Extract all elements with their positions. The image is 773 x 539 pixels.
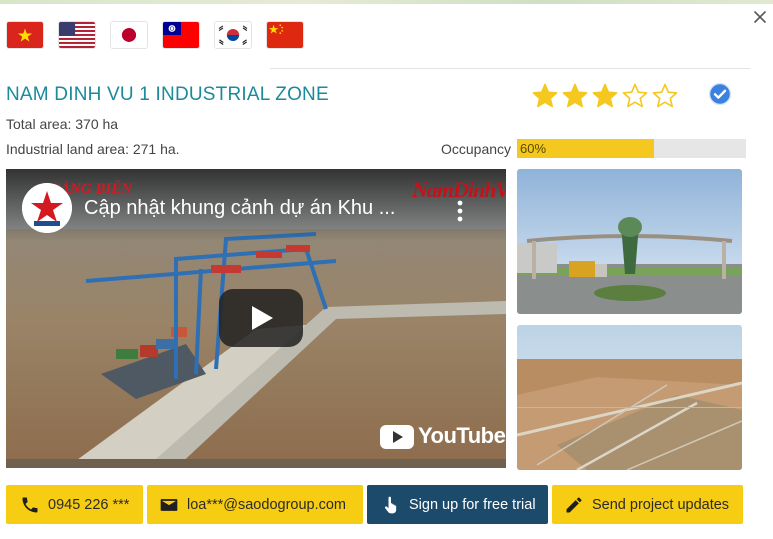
flag-china[interactable] [266, 21, 304, 49]
youtube-wordmark: YouTube [418, 423, 506, 448]
channel-avatar[interactable] [22, 183, 72, 233]
occupancy-label: Occupancy [441, 141, 512, 157]
youtube-video-player[interactable]: CẢNG BIỂN Cập nhật khung cảnh dự án Khu … [6, 169, 506, 468]
pencil-icon [566, 497, 582, 512]
hand-pointer-icon [384, 496, 397, 513]
zone-title: NAM DINH VU 1 INDUSTRIAL ZONE [6, 84, 329, 105]
vietnam-flag-icon [7, 22, 43, 48]
channel-logo-icon [22, 183, 72, 233]
send-updates-label: Send project updates [592, 496, 730, 513]
flag-usa[interactable] [58, 21, 96, 49]
japan-flag-icon [111, 22, 147, 48]
close-button[interactable] [753, 10, 767, 24]
star-empty-icon [621, 82, 649, 110]
send-updates-button[interactable]: Send project updates [552, 485, 743, 524]
star-filled-icon [561, 82, 589, 110]
video-channel-brand: NamDinhVu [412, 177, 506, 202]
free-trial-label: Sign up for free trial [409, 496, 536, 513]
close-icon [754, 11, 766, 23]
verified-check-icon [708, 82, 732, 106]
occupancy-bar: 60% [517, 139, 746, 158]
photo-industrial-gate [517, 169, 742, 314]
gallery-photo-gate[interactable] [517, 169, 742, 314]
video-play-button[interactable] [219, 289, 303, 347]
china-flag-icon [267, 22, 303, 48]
photo-aerial-site [517, 325, 742, 470]
email-address: loa***@saodogroup.com [187, 496, 347, 513]
industrial-land-area: Industrial land area: 271 ha. [6, 141, 180, 157]
flag-taiwan[interactable] [162, 21, 200, 49]
header-divider [270, 68, 750, 69]
star-empty-icon [651, 82, 679, 110]
envelope-icon [160, 498, 178, 511]
email-button[interactable]: loa***@saodogroup.com [147, 485, 363, 524]
star-filled-icon [531, 82, 559, 110]
play-icon [219, 289, 303, 347]
flag-japan[interactable] [110, 21, 148, 49]
youtube-icon [380, 425, 414, 449]
video-title[interactable]: Cập nhật khung cảnh dự án Khu ... [84, 197, 395, 220]
flag-south-korea[interactable] [214, 21, 252, 49]
taiwan-flag-icon [163, 22, 199, 48]
south-korea-flag-icon [215, 22, 251, 48]
phone-icon [22, 497, 38, 512]
total-area: Total area: 370 ha [6, 116, 119, 132]
phone-number: 0945 226 *** [48, 496, 130, 513]
verified-badge [708, 82, 732, 106]
usa-flag-icon [59, 22, 95, 48]
phone-button[interactable]: 0945 226 *** [6, 485, 143, 524]
gallery-photo-aerial[interactable] [517, 325, 742, 470]
occupancy-value: 60% [520, 141, 547, 156]
flag-vietnam[interactable] [6, 21, 44, 49]
star-filled-icon [591, 82, 619, 110]
free-trial-button[interactable]: Sign up for free trial [367, 485, 548, 524]
zone-info-popup: NAM DINH VU 1 INDUSTRIAL ZONE Total area… [0, 4, 773, 539]
